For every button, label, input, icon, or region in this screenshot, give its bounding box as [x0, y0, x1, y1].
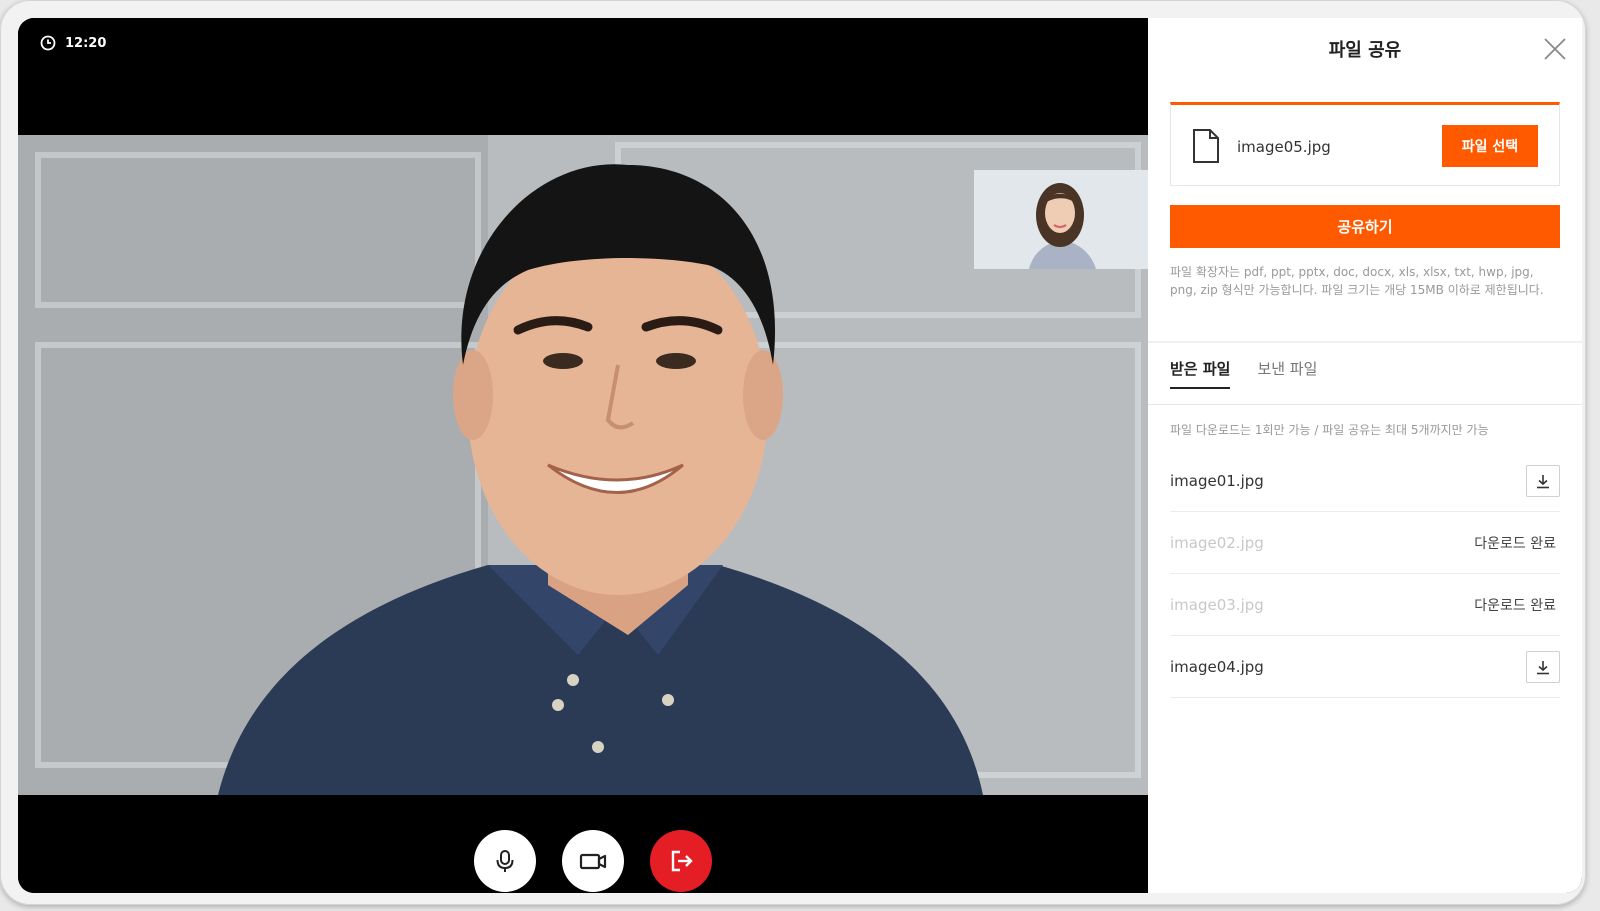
file-format-notice: 파일 확장자는 pdf, ppt, pptx, doc, docx, xls, … [1170, 265, 1544, 297]
file-row-name: image01.jpg [1170, 471, 1264, 490]
section-divider [1148, 341, 1582, 343]
file-row: image02.jpg 다운로드 완료 [1170, 512, 1560, 574]
microphone-icon [496, 850, 514, 872]
received-file-list: image01.jpg image02.jpg 다운로드 완료 image03.… [1170, 450, 1560, 698]
file-row-name: image03.jpg [1170, 595, 1264, 614]
file-icon [1193, 129, 1219, 163]
download-icon [1537, 660, 1549, 674]
file-row: image03.jpg 다운로드 완료 [1170, 574, 1560, 636]
close-button[interactable] [1542, 36, 1568, 62]
download-limit-note: 파일 다운로드는 1회만 가능 / 파일 공유는 최대 5개까지만 가능 [1170, 423, 1489, 437]
clock-icon [40, 35, 56, 51]
share-button[interactable]: 공유하기 [1170, 205, 1560, 248]
self-view-video[interactable] [974, 170, 1148, 269]
video-call-area: 12:20 [18, 18, 1148, 893]
download-button[interactable] [1526, 464, 1560, 497]
file-share-panel: 파일 공유 image05.jpg 파일 선택 공유하기 파일 확장자는 pdf… [1148, 18, 1582, 893]
file-upload-box: image05.jpg 파일 선택 [1170, 102, 1560, 186]
call-time: 12:20 [65, 35, 107, 51]
file-row-name: image02.jpg [1170, 533, 1264, 552]
file-row-name: image04.jpg [1170, 657, 1264, 676]
exit-icon [671, 850, 693, 872]
selected-file-name: image05.jpg [1237, 138, 1331, 156]
tab-sent-files[interactable]: 보낸 파일 [1257, 358, 1317, 389]
download-button[interactable] [1526, 650, 1560, 683]
file-row: image04.jpg [1170, 636, 1560, 698]
video-camera-icon [579, 853, 607, 870]
call-timer: 12:20 [40, 35, 106, 51]
file-row: image01.jpg [1170, 450, 1560, 512]
tabs-divider [1148, 404, 1582, 405]
file-tabs: 받은 파일 보낸 파일 [1170, 358, 1317, 389]
tablet-frame: 12:20 파일 공유 image05.jpg 파일 선택 공유하기 파일 확장… [0, 0, 1586, 905]
local-participant-image [974, 170, 1148, 269]
download-icon [1537, 474, 1549, 488]
tab-received-files[interactable]: 받은 파일 [1170, 358, 1231, 389]
camera-button[interactable] [562, 830, 624, 892]
mic-button[interactable] [474, 830, 536, 892]
download-complete-status: 다운로드 완료 [1474, 597, 1556, 614]
panel-title: 파일 공유 [1328, 40, 1402, 61]
download-complete-status: 다운로드 완료 [1474, 535, 1556, 552]
call-controls [18, 830, 1148, 892]
leave-call-button[interactable] [650, 830, 712, 892]
select-file-button[interactable]: 파일 선택 [1442, 125, 1538, 167]
close-icon [1544, 38, 1566, 60]
screen: 12:20 파일 공유 image05.jpg 파일 선택 공유하기 파일 확장… [18, 18, 1582, 893]
